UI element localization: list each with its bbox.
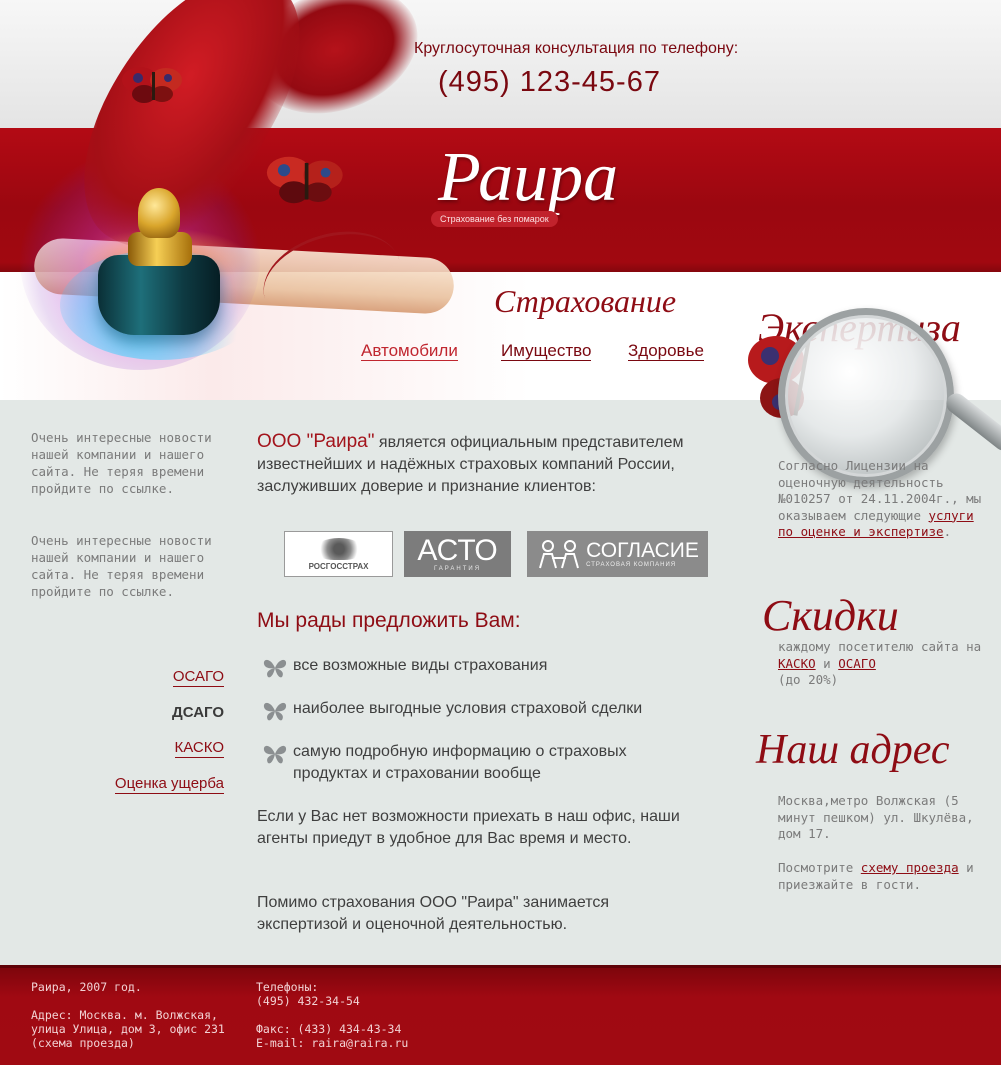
offer-item-text: наиболее выгодные условия страховой сдел… xyxy=(293,700,643,717)
offer-item-text: все возможные виды страхования xyxy=(293,657,548,674)
copyright: Раира, 2007 год. xyxy=(31,980,142,994)
email-link[interactable]: E-mail: raira@raira.ru xyxy=(256,1036,408,1050)
side-link-dsago[interactable]: ДСАГО xyxy=(172,704,224,722)
side-link-damage-assessment[interactable]: Оценка ущерба xyxy=(114,775,224,794)
eagle-emblem-icon xyxy=(314,537,363,560)
footer-directions-link[interactable]: (схема проезда) xyxy=(31,1036,225,1050)
discounts-title: Скидки xyxy=(762,591,899,640)
osago-link[interactable]: ОСАГО xyxy=(838,656,876,671)
logo[interactable]: Раира xyxy=(438,138,618,218)
partner-logo-asto[interactable]: АСТО ГАРАНТИЯ xyxy=(404,531,511,577)
phones-label: Телефоны: xyxy=(256,980,319,994)
address-title: Наш адрес xyxy=(756,727,950,773)
offer-list-item: самую подробную информацию о страховых п… xyxy=(262,741,702,785)
nav-link-health[interactable]: Здоровье xyxy=(628,341,704,361)
expertise-paragraph: Помимо страхования ООО "Раира" занимаетс… xyxy=(257,894,610,933)
inkwell-image xyxy=(98,255,220,335)
offer-title: Мы рады предложить Вам: xyxy=(257,609,521,632)
inkwell-knob-image xyxy=(138,188,180,238)
news-text: Очень интересные новости нашей компании … xyxy=(31,533,212,599)
butterfly-bullet-icon xyxy=(263,745,287,764)
fax-value: Факс: (433) 434-43-34 xyxy=(256,1022,402,1036)
side-link-osago[interactable]: ОСАГО xyxy=(172,668,224,687)
nav-link-property[interactable]: Имущество xyxy=(501,341,592,361)
partner-subtitle: СТРАХОВАЯ КОМПАНИЯ xyxy=(586,562,677,568)
news-text: Очень интересные новости нашей компании … xyxy=(31,430,212,496)
partner-name: СОГЛАСИЕ xyxy=(586,539,699,562)
discounts-conjunction: и xyxy=(815,655,839,671)
butterfly-bullet-icon xyxy=(263,659,287,678)
address-text: Москва,метро Волжская (5 минут пешком) у… xyxy=(778,793,974,841)
footer-contacts-column: Телефоны: (495) 432-34-54 Факс: (433) 43… xyxy=(256,980,408,1050)
phone-caption: Круглосуточная консультация по телефону: xyxy=(414,40,739,57)
partner-name: АСТО xyxy=(417,534,498,567)
partner-subtitle: ГАРАНТИЯ xyxy=(433,566,482,572)
insurance-section-title: Страхование xyxy=(494,283,677,319)
logo-tagline: Страхование без помарок xyxy=(431,211,558,227)
phone-number: (495) 123-45-67 xyxy=(438,66,661,98)
butterfly-icon xyxy=(266,156,343,204)
kasko-link[interactable]: КАСКО xyxy=(778,656,816,671)
phones-value: (495) 432-34-54 xyxy=(256,994,360,1008)
intro-paragraph: ООО "Раира" является официальным предста… xyxy=(257,431,707,498)
license-text: Согласно Лицензии на оценочную деятельно… xyxy=(778,458,982,539)
directions-prefix: Посмотрите xyxy=(778,860,861,875)
partner-logo-rosgosstrakh[interactable]: РОСГОССТРАХ xyxy=(284,531,393,577)
footer-address-line: улица Улица, дом 3, офис 231 xyxy=(31,1022,225,1036)
offer-item-text: самую подробную информацию о страховых п… xyxy=(293,743,627,782)
offer-list-item: наиболее выгодные условия страховой сдел… xyxy=(262,698,702,722)
discounts-description: каждому посетителю сайта на xyxy=(778,639,982,654)
side-link-kasko[interactable]: КАСКО xyxy=(174,739,224,758)
directions-link[interactable]: схему проезда xyxy=(861,860,959,875)
directions-text: Посмотрите схему проезда и приезжайте в … xyxy=(778,860,988,893)
partner-name: РОСГОССТРАХ xyxy=(308,561,369,571)
company-name: ООО "Раира" xyxy=(257,431,375,452)
butterfly-bullet-icon xyxy=(263,702,287,721)
agents-paragraph: Если у Вас нет возможности приехать в на… xyxy=(257,808,680,847)
footer: Раира, 2007 год. Адрес: Москва. м. Волжс… xyxy=(0,965,1001,1065)
footer-address-line: Адрес: Москва. м. Волжская, xyxy=(31,1008,218,1022)
butterfly-icon xyxy=(122,67,182,103)
people-icon xyxy=(539,540,580,569)
discounts-amount: (до 20%) xyxy=(778,672,839,687)
partner-logo-soglasie[interactable]: СОГЛАСИЕ СТРАХОВАЯ КОМПАНИЯ xyxy=(527,531,708,577)
nav-link-automobiles[interactable]: Автомобили xyxy=(361,341,458,361)
footer-left-column: Раира, 2007 год. Адрес: Москва. м. Волжс… xyxy=(31,980,225,1050)
discounts-text: каждому посетителю сайта на КАСКО и ОСАГ… xyxy=(778,639,988,689)
offer-list-item: все возможные виды страхования xyxy=(262,655,702,679)
